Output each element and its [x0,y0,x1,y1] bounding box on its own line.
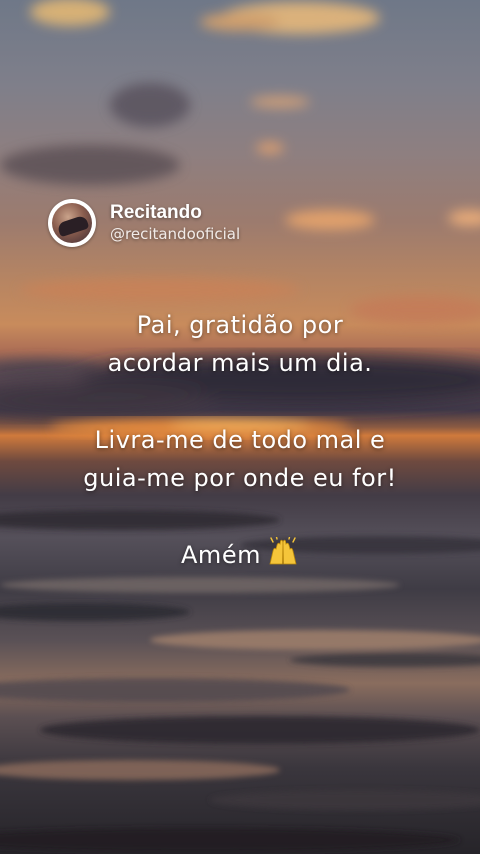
message-line-2: acordar mais um dia. [107,349,373,377]
post-background: Recitando @recitandooficial Pai, gratidã… [0,0,480,854]
profile-header: Recitando @recitandooficial [48,199,240,247]
message-line-4: guia-me por onde eu for! [83,464,397,492]
message-paragraph-2: Livra-me de todo mal e guia-me por onde … [0,421,480,497]
account-handle: @recitandooficial [110,225,241,243]
avatar[interactable] [48,199,96,247]
closing-word: Amém [181,541,261,569]
display-name: Recitando [110,202,202,223]
message-line-1: Pai, gratidão por [136,311,344,339]
profile-text: Recitando @recitandooficial [110,202,240,244]
message-closing: Amém [0,536,480,578]
avatar-image [52,203,92,243]
message-line-3: Livra-me de todo mal e [94,426,386,454]
raised-hands-icon [267,536,299,578]
message-paragraph-1: Pai, gratidão por acordar mais um dia. [0,306,480,382]
